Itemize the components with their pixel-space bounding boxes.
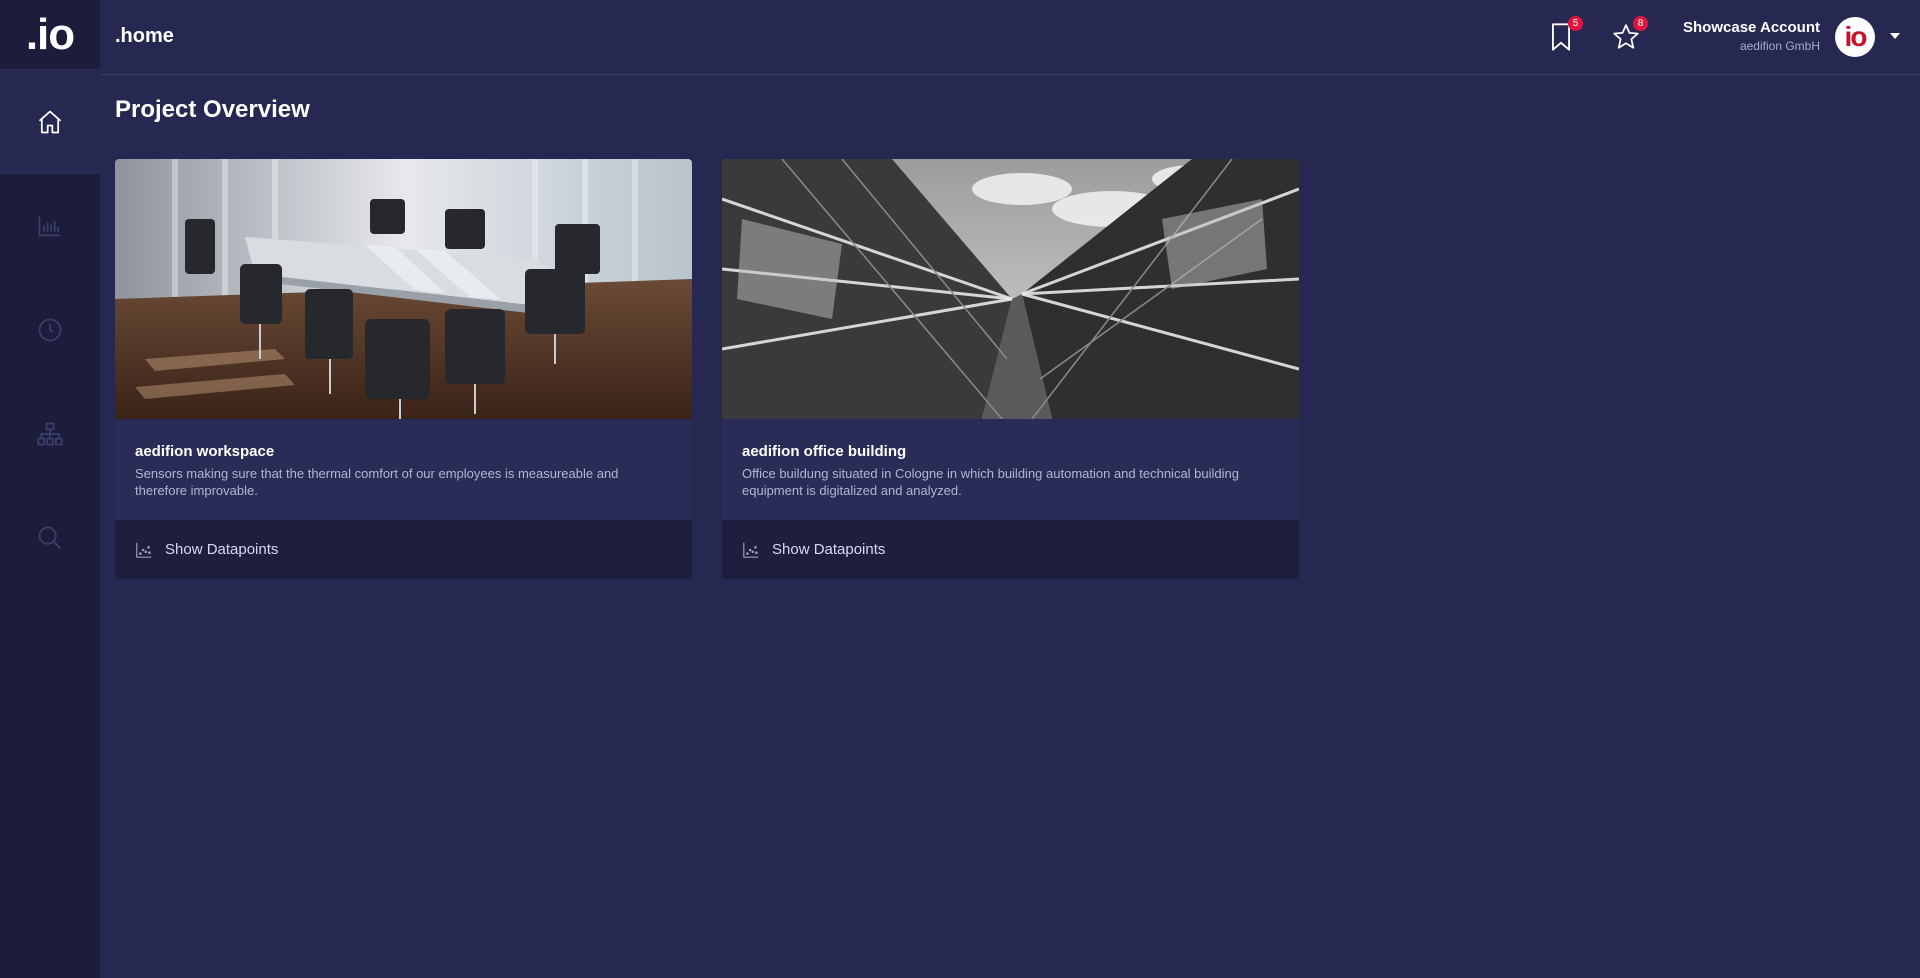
project-image-office-building[interactable] (722, 159, 1299, 419)
show-datapoints-label: Show Datapoints (165, 541, 279, 558)
project-image-meeting-room[interactable] (115, 159, 692, 419)
scatter-chart-icon (136, 542, 152, 558)
project-title: aedifion workspace (135, 443, 275, 460)
favorites-button[interactable]: 8 (1612, 16, 1648, 52)
sidebar-item-analytics[interactable] (0, 174, 100, 278)
section-title: .home (115, 25, 174, 47)
project-description: Office buildung situated in Cologne in w… (742, 466, 1239, 498)
search-icon (38, 526, 62, 550)
bookmarks-button[interactable]: 5 (1547, 16, 1583, 52)
account-info[interactable]: Showcase Account aedifion GmbH (1683, 19, 1820, 53)
sidebar-item-search[interactable] (0, 486, 100, 590)
project-description: Sensors making sure that the thermal com… (135, 466, 619, 498)
top-bar: .home 5 8 Showcase Account aedifion GmbH… (100, 0, 1920, 75)
project-card-body: aedifion workspace Sensors making sure t… (115, 419, 692, 520)
sidebar: .io (0, 0, 100, 978)
project-card-body: aedifion office building Office buildung… (722, 419, 1299, 520)
sidebar-item-history[interactable] (0, 278, 100, 382)
app-logo[interactable]: .io (0, 0, 100, 70)
sitemap-icon (37, 422, 63, 446)
sidebar-item-hierarchy[interactable] (0, 382, 100, 486)
home-icon (38, 110, 62, 134)
project-card: aedifion workspace Sensors making sure t… (115, 159, 692, 579)
scatter-chart-icon (743, 542, 759, 558)
show-datapoints-button[interactable]: Show Datapoints (115, 520, 692, 579)
show-datapoints-button[interactable]: Show Datapoints (722, 520, 1299, 579)
account-dropdown-caret-icon[interactable] (1890, 33, 1900, 39)
page-title: Project Overview (115, 96, 310, 123)
sidebar-item-home[interactable] (0, 70, 100, 174)
bookmarks-count-badge: 5 (1568, 16, 1583, 31)
account-organization: aedifion GmbH (1739, 39, 1820, 53)
account-name: Showcase Account (1683, 19, 1820, 36)
bar-chart-icon (38, 216, 61, 237)
project-card: aedifion office building Office buildung… (722, 159, 1299, 579)
show-datapoints-label: Show Datapoints (772, 541, 886, 558)
project-title: aedifion office building (742, 443, 907, 460)
clock-icon (38, 318, 62, 342)
favorites-count-badge: 8 (1633, 16, 1648, 31)
avatar[interactable]: io (1835, 17, 1875, 57)
